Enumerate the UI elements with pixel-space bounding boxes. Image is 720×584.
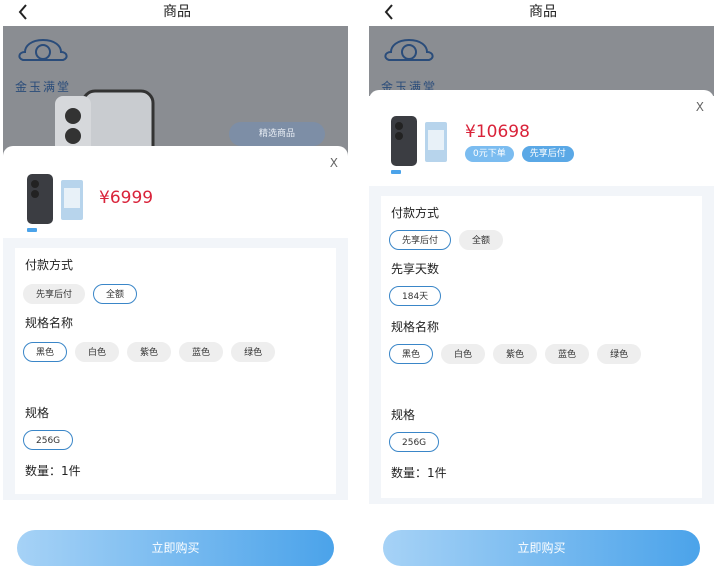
payment-method-title: 付款方式 bbox=[25, 258, 74, 272]
options-area: 付款方式 先享后付 全额 规格名称 黑色 白色 紫色 蓝色 绿色 规格 256G… bbox=[3, 238, 348, 500]
payment-options: 先享后付 全额 bbox=[23, 284, 323, 304]
payment-option-full[interactable]: 全额 bbox=[459, 230, 504, 250]
color-option-blue[interactable]: 蓝色 bbox=[545, 344, 590, 364]
tag-pay-later: 先享后付 bbox=[521, 146, 574, 162]
screen-right: 商品 金玉满堂 X ¥10698 0元下单 先享后付 付款方式 先享后付 全额 … bbox=[366, 0, 720, 584]
storage-options: 256G bbox=[389, 432, 689, 452]
options-area: 付款方式 先享后付 全额 先享天数 184天 规格名称 黑色 白色 紫色 蓝色 … bbox=[369, 186, 714, 504]
close-icon[interactable]: X bbox=[696, 100, 704, 114]
top-navbar: 商品 bbox=[0, 0, 354, 26]
promo-tags: 0元下单 先享后付 bbox=[465, 146, 574, 162]
color-option-purple[interactable]: 紫色 bbox=[493, 344, 538, 364]
color-option-green[interactable]: 绿色 bbox=[231, 342, 276, 362]
days-options: 184天 bbox=[389, 286, 689, 306]
buy-now-button[interactable]: 立即购买 bbox=[383, 530, 700, 566]
page-title: 商品 bbox=[529, 4, 557, 20]
spec-name-title: 规格名称 bbox=[25, 316, 74, 330]
spec-title: 规格 bbox=[391, 408, 416, 422]
close-icon[interactable]: X bbox=[330, 156, 338, 170]
quantity-label: 数量：1件 bbox=[25, 464, 81, 478]
sku-sheet: X ¥10698 0元下单 先享后付 付款方式 先享后付 全额 先享天数 184… bbox=[369, 90, 714, 584]
storage-option-256g[interactable]: 256G bbox=[389, 432, 440, 452]
color-option-purple[interactable]: 紫色 bbox=[127, 342, 172, 362]
payment-options: 先享后付 全额 bbox=[389, 230, 689, 250]
page-title: 商品 bbox=[163, 4, 191, 20]
color-option-black[interactable]: 黑色 bbox=[23, 342, 68, 362]
options-card: 付款方式 先享后付 全额 先享天数 184天 规格名称 黑色 白色 紫色 蓝色 … bbox=[381, 196, 702, 498]
brand-logo: 金玉满堂 bbox=[379, 38, 459, 94]
product-banner: 金玉满堂 精选商品 bbox=[3, 26, 348, 166]
spec-title: 规格 bbox=[25, 406, 50, 420]
price: ¥6999 bbox=[99, 188, 154, 208]
featured-badge: 精选商品 bbox=[229, 122, 325, 146]
installment-days-title: 先享天数 bbox=[391, 262, 440, 276]
payment-option-installment[interactable]: 先享后付 bbox=[389, 230, 452, 250]
options-card: 付款方式 先享后付 全额 规格名称 黑色 白色 紫色 蓝色 绿色 规格 256G… bbox=[15, 248, 336, 494]
tag-zero-down: 0元下单 bbox=[465, 146, 514, 162]
days-option-184[interactable]: 184天 bbox=[389, 286, 442, 306]
color-option-blue[interactable]: 蓝色 bbox=[179, 342, 224, 362]
sku-thumbnail bbox=[23, 170, 91, 240]
sku-thumbnail bbox=[387, 112, 455, 182]
color-options: 黑色 白色 紫色 蓝色 绿色 bbox=[23, 342, 323, 362]
color-option-black[interactable]: 黑色 bbox=[389, 344, 434, 364]
sku-sheet: X ¥6999 付款方式 先享后付 全额 规格名称 黑色 白色 紫色 蓝色 绿色… bbox=[3, 146, 348, 584]
color-option-green[interactable]: 绿色 bbox=[597, 344, 642, 364]
screen-left: 商品 金玉满堂 精选商品 X ¥6999 付款方式 先享后付 全额 规格名称 黑… bbox=[0, 0, 354, 584]
storage-options: 256G bbox=[23, 430, 323, 450]
storage-option-256g[interactable]: 256G bbox=[23, 430, 74, 450]
brand-logo: 金玉满堂 bbox=[13, 38, 93, 94]
payment-option-installment[interactable]: 先享后付 bbox=[23, 284, 86, 304]
price: ¥10698 bbox=[465, 122, 530, 142]
spec-name-title: 规格名称 bbox=[391, 320, 440, 334]
color-options: 黑色 白色 紫色 蓝色 绿色 bbox=[389, 344, 689, 364]
top-navbar: 商品 bbox=[366, 0, 720, 26]
color-option-white[interactable]: 白色 bbox=[75, 342, 120, 362]
payment-method-title: 付款方式 bbox=[391, 206, 440, 220]
payment-option-full[interactable]: 全额 bbox=[93, 284, 138, 304]
product-banner: 金玉满堂 bbox=[369, 26, 714, 96]
color-option-white[interactable]: 白色 bbox=[441, 344, 486, 364]
buy-now-button[interactable]: 立即购买 bbox=[17, 530, 334, 566]
quantity-label: 数量：1件 bbox=[391, 466, 447, 480]
